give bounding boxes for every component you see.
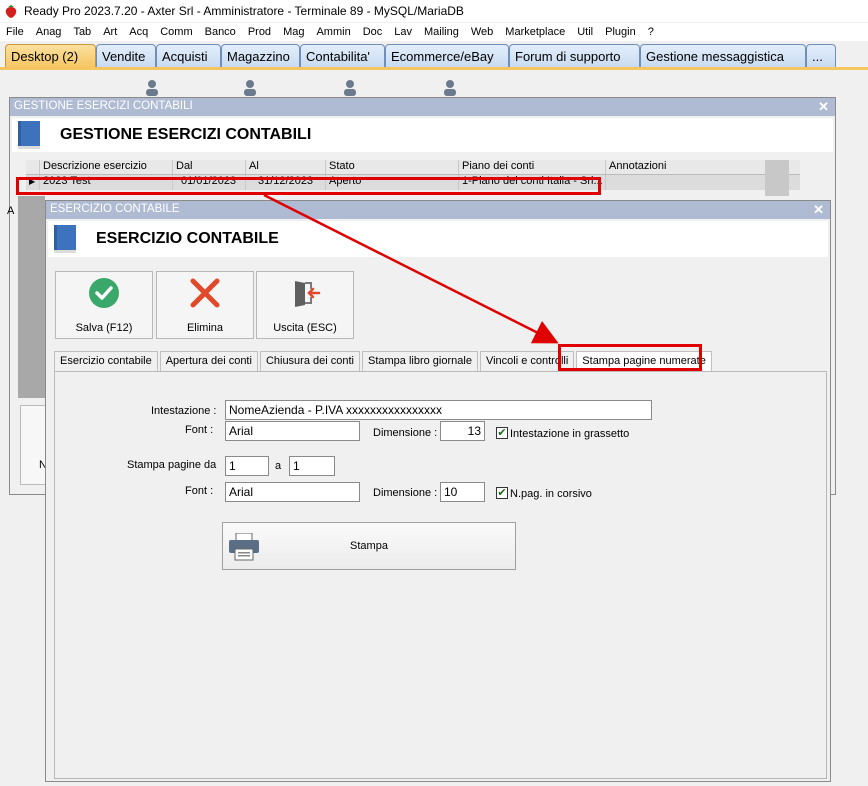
user-group-icon: [444, 80, 456, 96]
book-icon: [54, 225, 76, 253]
window-title: GESTIONE ESERCIZI CONTABILI: [14, 100, 193, 112]
menu-item-mailing[interactable]: Mailing: [418, 26, 465, 38]
menu-item-art[interactable]: Art: [97, 26, 123, 38]
menu-item-prod[interactable]: Prod: [242, 26, 277, 38]
menu-item-doc[interactable]: Doc: [357, 26, 389, 38]
user-group-icon: [344, 80, 356, 96]
tab-stampa-libro-giornale[interactable]: Stampa libro giornale: [362, 351, 478, 371]
window-header: ESERCIZIO CONTABILE: [48, 221, 828, 257]
window-heading: ESERCIZIO CONTABILE: [96, 230, 279, 247]
check-circle-icon: [89, 278, 119, 308]
window-titlebar: GESTIONE ESERCIZI CONTABILI ✕: [10, 98, 835, 116]
table-header: Descrizione esercizio Dal Al Stato Piano…: [26, 160, 800, 175]
menu-item-banco[interactable]: Banco: [199, 26, 242, 38]
x-delete-icon: [190, 278, 220, 308]
highlight-row-box: [16, 177, 601, 195]
font-label: Font :: [185, 424, 214, 436]
tab-forum-di-supporto[interactable]: Forum di supporto: [509, 44, 640, 68]
menu-item-mag[interactable]: Mag: [277, 26, 310, 38]
row-marker-header: [26, 160, 40, 174]
tab-apertura-conti[interactable]: Apertura dei conti: [159, 351, 258, 371]
tab-more[interactable]: ...: [806, 44, 836, 68]
exit-label: Uscita (ESC): [273, 322, 337, 334]
exit-button[interactable]: Uscita (ESC): [256, 271, 354, 339]
menu-item-lav[interactable]: Lav: [388, 26, 418, 38]
close-icon[interactable]: ✕: [813, 202, 824, 218]
book-icon: [18, 121, 40, 149]
save-button[interactable]: Salva (F12): [55, 271, 153, 339]
font-input[interactable]: Arial: [225, 421, 360, 441]
side-panel-button[interactable]: [20, 405, 46, 485]
window-titlebar: ESERCIZIO CONTABILE ✕: [46, 201, 830, 219]
menu-bar: File Anag Tab Art Acq Comm Banco Prod Mag Ammin Do…: [0, 23, 868, 41]
col-dal[interactable]: Dal: [173, 160, 246, 174]
stampa-pagine-panel: Intestazione : NomeAzienda - P.IVA xxxxx…: [54, 371, 827, 779]
tab-esercizio-contabile[interactable]: Esercizio contabile: [54, 351, 158, 371]
dimensione-input[interactable]: 10: [440, 482, 485, 502]
page-to-input[interactable]: 1: [289, 456, 335, 476]
save-label: Salva (F12): [75, 322, 133, 334]
menu-item-tab[interactable]: Tab: [67, 26, 97, 38]
grassetto-checkbox[interactable]: ✔: [496, 427, 508, 439]
menu-item-plugin[interactable]: Plugin: [599, 26, 642, 38]
window-title: ESERCIZIO CONTABILE: [50, 203, 180, 215]
table-body-area: [18, 196, 45, 398]
col-stato[interactable]: Stato: [326, 160, 459, 174]
menu-item-comm[interactable]: Comm: [154, 26, 198, 38]
print-label: Stampa: [350, 540, 388, 552]
dimensione-input[interactable]: 13: [440, 421, 485, 441]
cell-annotazioni: [606, 175, 774, 190]
tab-ecommerce-ebay[interactable]: Ecommerce/eBay: [385, 44, 509, 68]
delete-button[interactable]: Elimina: [156, 271, 254, 339]
table-scrollbar[interactable]: [765, 160, 789, 196]
menu-item--[interactable]: ?: [642, 26, 660, 38]
exit-door-icon: [295, 281, 321, 307]
menu-item-marketplace[interactable]: Marketplace: [499, 26, 571, 38]
main-tab-bar: Desktop (2) Vendite Acquisti Magazzino Conta…: [0, 41, 868, 68]
col-descrizione[interactable]: Descrizione esercizio: [40, 160, 173, 174]
tab-acquisti[interactable]: Acquisti: [156, 44, 221, 68]
highlight-tab-box: [558, 344, 702, 371]
a-label: a: [275, 460, 282, 472]
tab-strip-underline: [0, 67, 868, 70]
page-from-input[interactable]: 1: [225, 456, 269, 476]
corsivo-checkbox[interactable]: ✔: [496, 487, 508, 499]
dimensione-label: Dimensione :: [373, 487, 438, 499]
tab-vendite[interactable]: Vendite: [96, 44, 156, 68]
esercizio-contabile-window: ESERCIZIO CONTABILE ✕ ESERCIZIO CONTABIL…: [45, 200, 831, 782]
tab-gestione-messaggistica[interactable]: Gestione messaggistica: [640, 44, 806, 68]
menu-item-web[interactable]: Web: [465, 26, 499, 38]
grassetto-label: Intestazione in grassetto: [510, 428, 630, 440]
menu-item-ammin[interactable]: Ammin: [310, 26, 356, 38]
print-button[interactable]: Stampa: [222, 522, 516, 570]
user-group-icon: [146, 80, 158, 96]
user-icon: [244, 80, 256, 96]
tab-contabilita[interactable]: Contabilita': [300, 44, 385, 68]
menu-item-anag[interactable]: Anag: [30, 26, 68, 38]
intestazione-label: Intestazione :: [151, 405, 217, 417]
font-label: Font :: [185, 485, 214, 497]
tab-chiusura-conti[interactable]: Chiusura dei conti: [259, 351, 360, 371]
strawberry-icon: [5, 5, 17, 18]
delete-label: Elimina: [186, 322, 224, 334]
font-input[interactable]: Arial: [225, 482, 360, 502]
tab-desktop-2[interactable]: Desktop (2): [5, 44, 96, 68]
menu-item-file[interactable]: File: [0, 26, 30, 38]
close-icon[interactable]: ✕: [818, 99, 829, 115]
col-al[interactable]: Al: [246, 160, 326, 174]
corsivo-label: N.pag. in corsivo: [510, 488, 592, 500]
tab-magazzino[interactable]: Magazzino: [221, 44, 300, 68]
stampa-pagine-label: Stampa pagine da: [127, 459, 217, 471]
dimensione-label: Dimensione :: [373, 427, 438, 439]
intestazione-input[interactable]: NomeAzienda - P.IVA xxxxxxxxxxxxxxxx: [225, 400, 652, 420]
app-title: Ready Pro 2023.7.20 - Axter Srl - Ammini…: [24, 4, 464, 18]
app-titlebar: Ready Pro 2023.7.20 - Axter Srl - Ammini…: [0, 0, 868, 22]
side-letter-a: A: [7, 205, 15, 217]
menu-item-util[interactable]: Util: [571, 26, 599, 38]
window-header: GESTIONE ESERCIZI CONTABILI: [12, 118, 833, 152]
col-piano[interactable]: Piano dei conti: [459, 160, 606, 174]
col-annotazioni[interactable]: Annotazioni: [606, 160, 774, 174]
menu-item-acq[interactable]: Acq: [123, 26, 154, 38]
window-heading: GESTIONE ESERCIZI CONTABILI: [60, 126, 312, 143]
